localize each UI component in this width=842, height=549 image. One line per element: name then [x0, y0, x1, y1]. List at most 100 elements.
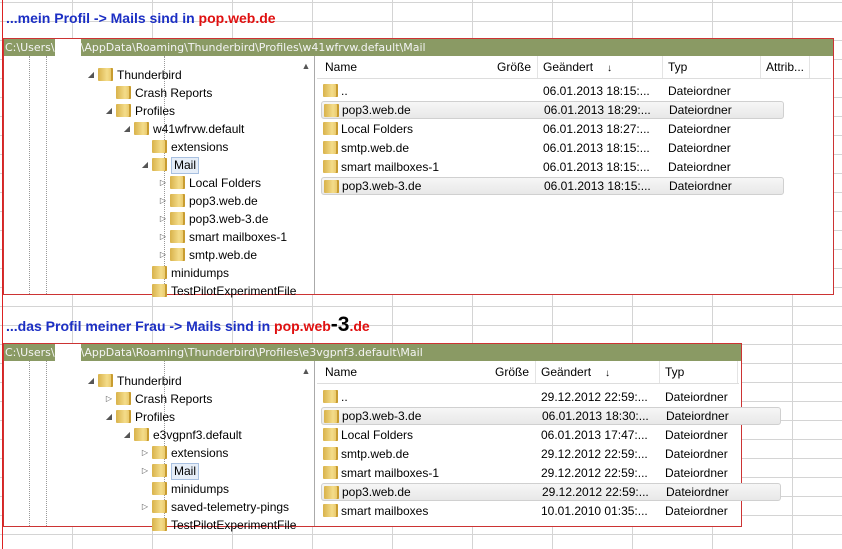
collapse-arrow-icon[interactable]: ◢: [122, 120, 132, 138]
path-suffix: \AppData\Roaming\Thunderbird\Profiles\e3…: [80, 346, 423, 359]
scroll-up-button[interactable]: ▲: [298, 56, 314, 86]
file-row[interactable]: Local Folders 06.01.2013 17:47:... Dateior…: [321, 426, 779, 444]
file-list[interactable]: Name Größe Geändert ↓ Typ .. 29.12.2012 22:59:…: [317, 361, 781, 526]
path-suffix: \AppData\Roaming\Thunderbird\Profiles\w4…: [80, 41, 426, 54]
file-row[interactable]: smtp.web.de 06.01.2013 18:15:... Dateiordn…: [321, 139, 782, 157]
file-name: pop3.web-3.de: [342, 179, 422, 193]
column-header-gre[interactable]: Größe: [495, 365, 529, 379]
column-header-attrib[interactable]: Attrib...: [766, 60, 804, 74]
column-header-name[interactable]: Name: [325, 365, 357, 379]
tree-item-label: w41wfrvw.default: [153, 122, 245, 136]
folder-icon: [323, 390, 338, 403]
column-header-gre[interactable]: Größe: [497, 60, 531, 74]
column-separator[interactable]: [760, 56, 761, 78]
folder-icon: [324, 486, 339, 499]
collapse-arrow-icon[interactable]: ◢: [86, 372, 96, 390]
tree-item-label: minidumps: [171, 266, 230, 280]
collapse-arrow-icon[interactable]: ◢: [140, 156, 150, 174]
column-separator[interactable]: [535, 361, 536, 383]
file-modified: 06.01.2013 18:29:...: [544, 103, 651, 117]
column-separator[interactable]: [809, 56, 810, 78]
expand-arrow-icon[interactable]: ▷: [158, 228, 168, 246]
file-name: smtp.web.de: [341, 141, 410, 155]
folder-icon: [323, 141, 338, 154]
folder-icon: [134, 428, 149, 441]
column-header: Name Größe Geändert ↓ Typ: [317, 361, 739, 384]
file-type: Dateiordner: [668, 122, 731, 136]
file-name: pop3.web.de: [342, 103, 411, 117]
file-type: Dateiordner: [669, 179, 732, 193]
file-row[interactable]: smart mailboxes-1 06.01.2013 18:15:... Dat…: [321, 158, 782, 176]
heading-emphasis: -3: [330, 313, 350, 336]
expand-arrow-icon[interactable]: ▷: [104, 390, 114, 408]
file-modified: 06.01.2013 18:15:...: [543, 141, 650, 155]
file-name: pop3.web.de: [342, 485, 411, 499]
column-header-typ[interactable]: Typ: [668, 60, 687, 74]
folder-icon: [116, 392, 131, 405]
column-header-typ[interactable]: Typ: [665, 365, 684, 379]
folder-icon: [324, 180, 339, 193]
folder-icon: [152, 464, 167, 477]
file-modified: 06.01.2013 18:15:...: [544, 179, 651, 193]
column-separator[interactable]: [537, 56, 538, 78]
address-bar[interactable]: C:\Users\ \AppData\Roaming\Thunderbird\Pr…: [4, 344, 741, 361]
column-header-gendert[interactable]: Geändert ↓: [543, 60, 612, 74]
folder-icon: [116, 86, 131, 99]
folder-tree[interactable]: ▲ ◢ Thunderbird ▷ Crash Reports ◢ Profiles ◢ e3v…: [4, 361, 315, 532]
file-row[interactable]: smart mailboxes-1 29.12.2012 22:59:... Dat…: [321, 464, 779, 482]
file-row[interactable]: smart mailboxes 10.01.2010 01:35:... Datei…: [321, 502, 779, 520]
collapse-arrow-icon[interactable]: ◢: [104, 408, 114, 426]
file-type: Dateiordner: [668, 141, 731, 155]
folder-icon: [152, 158, 167, 171]
file-row[interactable]: Local Folders 06.01.2013 18:27:... Dateior…: [321, 120, 782, 138]
expand-arrow-icon[interactable]: ▷: [140, 462, 150, 480]
tree-item-label: minidumps: [171, 482, 230, 496]
column-separator[interactable]: [662, 56, 663, 78]
tree-item-label: TestPilotExperimentFile: [171, 284, 297, 298]
file-row[interactable]: pop3.web.de 06.01.2013 18:29:... Dateiordn…: [321, 101, 784, 119]
scroll-up-button[interactable]: ▲: [298, 361, 314, 391]
file-type: Dateiordner: [669, 103, 732, 117]
file-modified: 29.12.2012 22:59:...: [541, 466, 648, 480]
folder-icon: [152, 284, 167, 297]
tree-item-label: smtp.web.de: [189, 248, 258, 262]
expand-arrow-icon[interactable]: ▷: [158, 174, 168, 192]
expand-arrow-icon[interactable]: ▷: [140, 498, 150, 516]
file-row[interactable]: .. 29.12.2012 22:59:... Dateiordner: [321, 388, 779, 406]
tree-item-label: pop3.web.de: [189, 194, 258, 208]
collapse-arrow-icon[interactable]: ◢: [122, 426, 132, 444]
column-separator[interactable]: [737, 361, 738, 383]
file-row[interactable]: pop3.web.de 29.12.2012 22:59:... Dateiordn…: [321, 483, 781, 501]
file-name: ..: [341, 84, 348, 98]
column-header-name[interactable]: Name: [325, 60, 357, 74]
expand-arrow-icon[interactable]: ▷: [158, 210, 168, 228]
file-row[interactable]: smtp.web.de 29.12.2012 22:59:... Dateiordn…: [321, 445, 779, 463]
file-type: Dateiordner: [665, 466, 728, 480]
file-type: Dateiordner: [668, 84, 731, 98]
column-separator[interactable]: [659, 361, 660, 383]
folder-icon: [134, 122, 149, 135]
tree-item-label: Local Folders: [189, 176, 262, 190]
tree-item-label: Crash Reports: [135, 86, 213, 100]
expand-arrow-icon[interactable]: ▷: [158, 246, 168, 264]
column-header-gendert[interactable]: Geändert ↓: [541, 365, 610, 379]
folder-icon: [152, 482, 167, 495]
file-row[interactable]: pop3.web-3.de 06.01.2013 18:15:... Dateior…: [321, 177, 784, 195]
file-list[interactable]: Name Größe Geändert ↓ Typ Attrib..... 06.01.20…: [317, 56, 831, 294]
folder-icon: [170, 176, 185, 189]
folder-tree[interactable]: ▲ ◢ Thunderbird Crash Reports ◢ Profiles ◢ w41w…: [4, 56, 315, 298]
file-modified: 06.01.2013 18:15:...: [543, 160, 650, 174]
expand-arrow-icon[interactable]: ▷: [158, 192, 168, 210]
folder-icon: [116, 104, 131, 117]
path-prefix: C:\Users\: [5, 346, 55, 359]
section-heading: ...mein Profil -> Mails sind in pop.web.…: [6, 5, 276, 29]
collapse-arrow-icon[interactable]: ◢: [86, 66, 96, 84]
file-row[interactable]: .. 06.01.2013 18:15:... Dateiordner: [321, 82, 782, 100]
file-row[interactable]: pop3.web-3.de 06.01.2013 18:30:... Dateior…: [321, 407, 781, 425]
file-modified: 06.01.2013 18:15:...: [543, 84, 650, 98]
address-bar[interactable]: C:\Users\ \AppData\Roaming\Thunderbird\Pr…: [4, 39, 833, 56]
expand-arrow-icon[interactable]: ▷: [140, 444, 150, 462]
file-type: Dateiordner: [666, 485, 729, 499]
collapse-arrow-icon[interactable]: ◢: [104, 102, 114, 120]
file-modified: 29.12.2012 22:59:...: [542, 485, 649, 499]
